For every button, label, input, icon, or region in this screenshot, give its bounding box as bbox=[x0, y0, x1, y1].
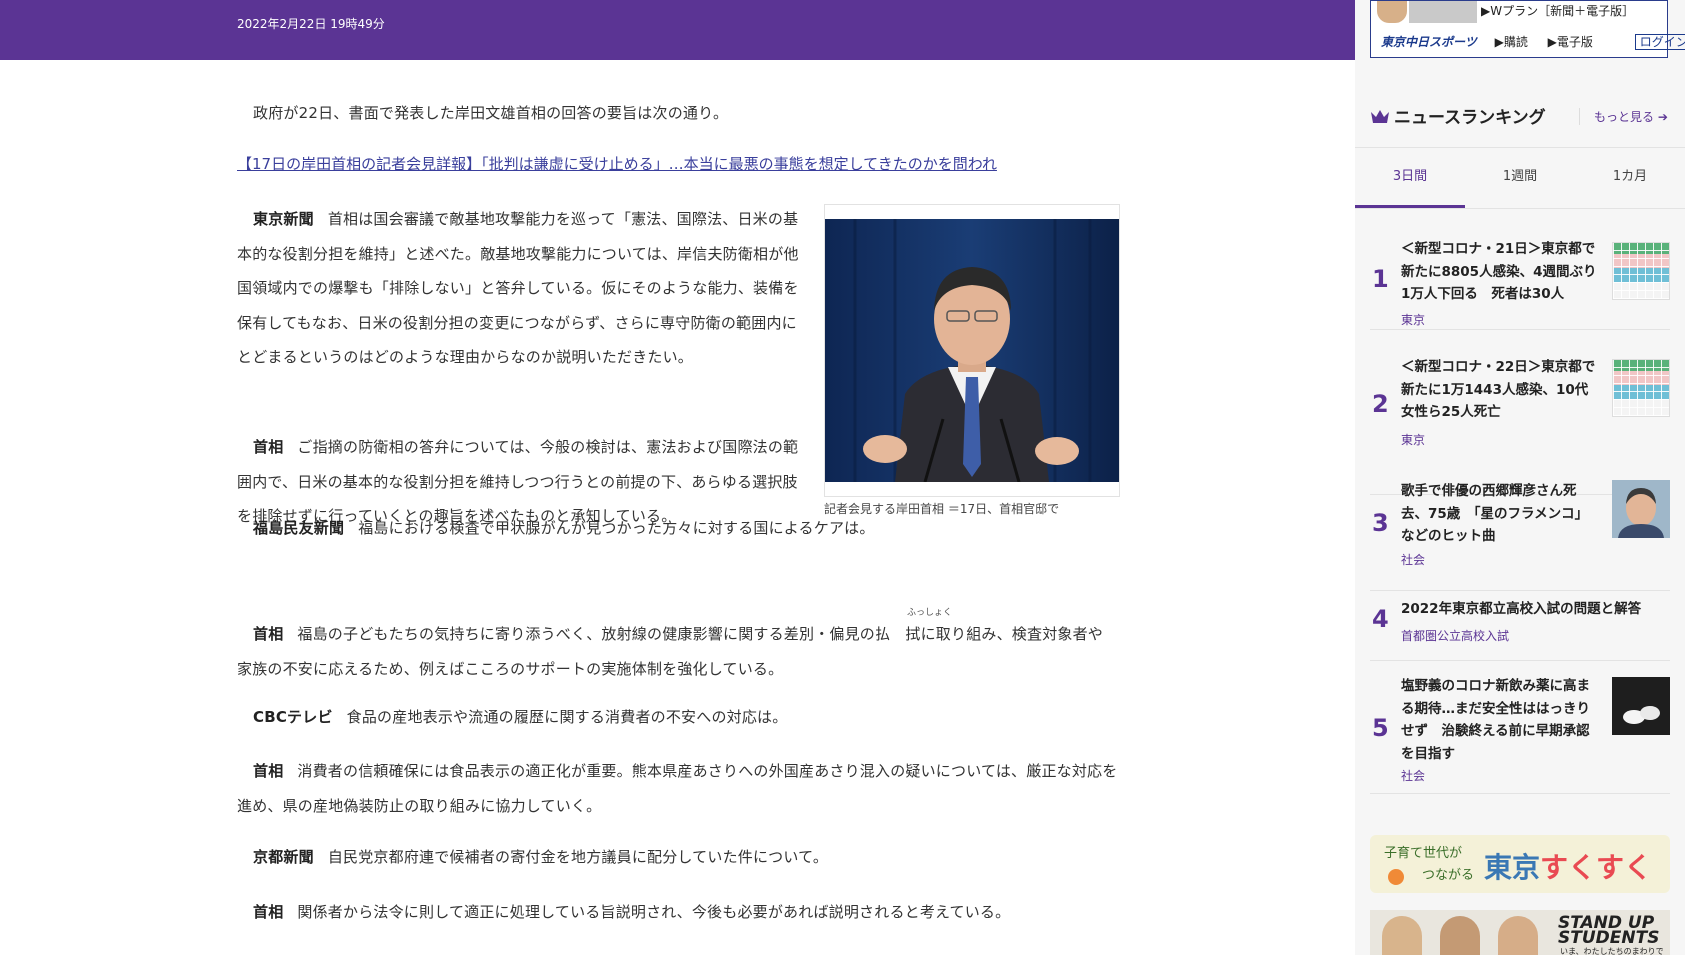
rank-number: 1 bbox=[1372, 265, 1389, 293]
qa-paragraph: 首相 福島の子どもたちの気持ちに寄り添うべく、放射線の健康影響に関する差別・偏見の… bbox=[237, 625, 1104, 678]
chunichi-sports-logo: 東京中日スポーツ bbox=[1381, 35, 1477, 49]
banner-tagline-1: 子育て世代が bbox=[1384, 846, 1463, 861]
rank-item-category[interactable]: 東京 bbox=[1401, 311, 1425, 328]
speaker-label: 首相 bbox=[253, 438, 284, 456]
article-photo-frame bbox=[824, 204, 1120, 497]
banner-tagline-2: つながる bbox=[1422, 868, 1475, 883]
ranking-item[interactable]: 3 歌手で俳優の西郷輝彦さん死去、75歳 「星のフラメンコ」などのヒット曲 社会 bbox=[1370, 480, 1670, 591]
banner-title: STAND UP STUDENTS bbox=[1558, 913, 1660, 948]
qa-paragraph: CBCテレビ 食品の産地表示や流通の履歴に関する消費者の不安への対応は。 bbox=[253, 708, 788, 726]
ad-digital-link[interactable]: ▶電子版 bbox=[1548, 35, 1593, 49]
ad-illustration bbox=[1377, 1, 1407, 23]
rank-number: 2 bbox=[1372, 390, 1389, 418]
speaker-label: CBCテレビ bbox=[253, 708, 333, 726]
rank-item-category[interactable]: 社会 bbox=[1401, 551, 1425, 568]
tab-1month[interactable]: 1カ月 bbox=[1575, 148, 1685, 208]
banner-person-image bbox=[1382, 916, 1422, 955]
crown-icon bbox=[1371, 110, 1389, 123]
banner-person-image bbox=[1498, 916, 1538, 955]
speaker-label: 首相 bbox=[253, 625, 284, 643]
article-intro: 政府が22日、書面で発表した岸田文雄首相の回答の要旨は次の通り。 bbox=[253, 104, 729, 122]
banner-subtitle: いま、わたしたちのまわりで bbox=[1560, 947, 1664, 955]
rank-item-category[interactable]: 東京 bbox=[1401, 431, 1425, 448]
related-article-link[interactable]: 【17日の岸田首相の記者会見詳報】「批判は謙虚に受け止める」…本当に最悪の事態を… bbox=[237, 153, 997, 174]
banner-brand: 東京すくすく bbox=[1484, 851, 1653, 884]
flower-icon bbox=[1388, 869, 1404, 885]
ranking-period-tabs: 3日間 1週間 1カ月 bbox=[1355, 147, 1685, 209]
ranking-title: ニュースランキング bbox=[1394, 108, 1546, 128]
ranking-header: ニュースランキング もっと見る ➔ bbox=[1370, 100, 1685, 130]
tab-1week[interactable]: 1週間 bbox=[1465, 148, 1575, 208]
rank-item-thumbnail[interactable] bbox=[1612, 480, 1670, 538]
qa-paragraph: 京都新聞 自民党京都府連で候補者の寄付金を地方議員に配分していた件について。 bbox=[253, 848, 829, 866]
ad-plan-label: ▶Wプラン［新聞＋電子版］ bbox=[1481, 4, 1635, 18]
ad-links-row: 東京中日スポーツ ▶購読 ▶電子版 ログイン bbox=[1381, 33, 1685, 50]
ranking-item[interactable]: 1 ＜新型コロナ・21日＞東京都で新たに8805人感染、4週間ぶり1万人下回る … bbox=[1370, 225, 1670, 330]
article-photo[interactable] bbox=[825, 219, 1119, 482]
stand-up-students-banner[interactable]: STAND UP STUDENTS いま、わたしたちのまわりで bbox=[1370, 910, 1670, 955]
ad-login-button[interactable]: ログイン bbox=[1634, 34, 1685, 50]
speaker-label: 福島民友新聞 bbox=[253, 519, 345, 537]
ad-subscribe-link[interactable]: ▶購読 bbox=[1495, 35, 1528, 49]
qa-paragraph: 福島民友新聞 福島における検査で甲状腺がんが見つかった方々に対する国によるケアは。 bbox=[253, 519, 875, 537]
rank-number: 5 bbox=[1372, 714, 1389, 742]
speaker-label: 首相 bbox=[253, 762, 284, 780]
prime-minister-photo-illustration bbox=[825, 219, 1119, 482]
ranking-item[interactable]: 2 ＜新型コロナ・22日＞東京都で新たに1万1443人感染、10代女性ら25人死… bbox=[1370, 329, 1670, 495]
rank-item-title[interactable]: 2022年東京都立高校入試の問題と解答 bbox=[1401, 598, 1671, 621]
speaker-label: 首相 bbox=[253, 903, 284, 921]
rank-item-thumbnail[interactable] bbox=[1612, 677, 1670, 735]
tab-3days[interactable]: 3日間 bbox=[1355, 148, 1465, 208]
rank-item-title[interactable]: 塩野義のコロナ新飲み薬に高まる期待…まだ安全性ははっきりせず 治験終える前に早期… bbox=[1401, 675, 1601, 765]
ranking-item[interactable]: 5 塩野義のコロナ新飲み薬に高まる期待…まだ安全性ははっきりせず 治験終える前に… bbox=[1370, 660, 1670, 794]
rank-number: 4 bbox=[1372, 605, 1389, 633]
qa-paragraph: 首相 関係者から法令に則して適正に処理している旨説明され、今後も必要があれば説明さ… bbox=[253, 903, 1011, 921]
qa-paragraph: 東京新聞 首相は国会審議で敵基地攻撃能力を巡って「憲法、国際法、日米の基本的な役割… bbox=[237, 210, 799, 366]
speaker-label: 京都新聞 bbox=[253, 848, 314, 866]
rank-item-title[interactable]: ＜新型コロナ・22日＞東京都で新たに1万1443人感染、10代女性ら25人死亡 bbox=[1401, 356, 1601, 424]
rank-item-thumbnail[interactable] bbox=[1612, 359, 1670, 417]
rank-number: 3 bbox=[1372, 509, 1389, 537]
speaker-label: 東京新聞 bbox=[253, 210, 314, 228]
tokyo-sukusuku-banner[interactable]: 子育て世代が つながる 東京すくすく bbox=[1370, 835, 1670, 893]
rank-item-title[interactable]: 歌手で俳優の西郷輝彦さん死去、75歳 「星のフラメンコ」などのヒット曲 bbox=[1401, 480, 1601, 548]
rank-item-thumbnail[interactable] bbox=[1612, 242, 1670, 300]
rank-item-category[interactable]: 社会 bbox=[1401, 767, 1425, 784]
rank-item-category[interactable]: 首都圏公立高校入試 bbox=[1401, 627, 1509, 644]
ad-newspaper-image bbox=[1409, 1, 1477, 23]
rank-item-title[interactable]: ＜新型コロナ・21日＞東京都で新たに8805人感染、4週間ぶり1万人下回る 死者… bbox=[1401, 238, 1601, 306]
sidebar: ▶Wプラン［新聞＋電子版］ 東京中日スポーツ ▶購読 ▶電子版 ログイン ニュー… bbox=[1355, 0, 1685, 955]
article-date: 2022年2月22日 19時49分 bbox=[237, 17, 385, 31]
qa-paragraph: 首相 消費者の信頼確保には食品表示の適正化が重要。熊本県産あさりへの外国産あさり混… bbox=[237, 762, 1118, 815]
chunichi-sports-ad[interactable]: ▶Wプラン［新聞＋電子版］ 東京中日スポーツ ▶購読 ▶電子版 ログイン bbox=[1370, 0, 1685, 58]
article-header-bar: 2022年2月22日 19時49分 bbox=[0, 0, 1355, 60]
ranking-item[interactable]: 4 2022年東京都立高校入試の問題と解答 首都圏公立高校入試 bbox=[1370, 590, 1670, 661]
banner-person-image bbox=[1440, 916, 1480, 955]
ranking-more-link[interactable]: もっと見る ➔ bbox=[1579, 108, 1668, 125]
